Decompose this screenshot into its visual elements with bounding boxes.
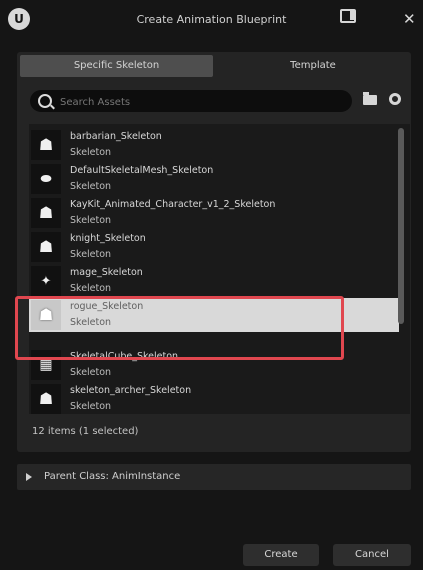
window-title: Create Animation Blueprint: [136, 13, 287, 26]
expand-arrow-icon: [26, 473, 32, 481]
asset-name: rogue_Skeleton: [70, 301, 144, 312]
skeleton-icon: ☗: [38, 237, 54, 256]
asset-type: Skeleton: [70, 147, 112, 158]
asset-type: Skeleton: [70, 283, 112, 294]
search-bar[interactable]: [30, 90, 352, 112]
list-item[interactable]: ⬬ DefaultSkeletalMesh_Skeleton Skeleton: [29, 162, 399, 196]
skeleton-thumbnail: ☗: [31, 130, 61, 160]
asset-name: mage_Skeleton: [70, 267, 143, 278]
title-bar: U Create Animation Blueprint ✕: [0, 0, 423, 40]
tab-specific-skeleton[interactable]: Specific Skeleton: [20, 55, 213, 77]
tab-bar: Specific Skeleton Template: [17, 52, 411, 80]
parent-class-label: Parent Class: AnimInstance: [44, 471, 181, 482]
create-button[interactable]: Create: [243, 544, 319, 566]
search-icon: [38, 94, 52, 108]
cancel-button[interactable]: Cancel: [333, 544, 411, 566]
asset-name: knight_Skeleton: [70, 233, 146, 244]
dock-icon[interactable]: [340, 9, 356, 23]
asset-name: SkeletalCube_Skeleton: [70, 351, 179, 362]
settings-gear-icon[interactable]: [389, 93, 401, 105]
asset-name: skeleton_archer_Skeleton: [70, 385, 192, 396]
asset-type: Skeleton: [70, 317, 112, 328]
skeleton-thumbnail: ☗: [31, 232, 61, 262]
skeleton-icon: ☗: [38, 135, 54, 154]
skeleton-thumbnail: ▦: [31, 350, 61, 380]
skeleton-thumbnail: ☗: [31, 384, 61, 414]
asset-name: barbarian_Skeleton: [70, 131, 162, 142]
skeleton-icon: ✦: [40, 273, 52, 289]
asset-type: Skeleton: [70, 249, 112, 260]
asset-type: Skeleton: [70, 181, 112, 192]
asset-type: Skeleton: [70, 215, 112, 226]
list-item[interactable]: ☗ barbarian_Skeleton Skeleton: [29, 128, 399, 162]
skeleton-thumbnail: ✦: [31, 266, 61, 296]
list-item[interactable]: ☗ KayKit_Animated_Character_v1_2_Skeleto…: [29, 196, 399, 230]
tab-template[interactable]: Template: [217, 55, 409, 77]
asset-type: Skeleton: [70, 367, 112, 378]
close-icon[interactable]: ✕: [403, 10, 416, 28]
skeleton-icon: ☗: [38, 305, 54, 324]
asset-type: Skeleton: [70, 401, 112, 412]
skeleton-icon: ☗: [38, 389, 54, 408]
selection-status: 12 items (1 selected): [32, 426, 139, 437]
list-scrollbar[interactable]: [398, 128, 404, 324]
search-input[interactable]: [58, 93, 342, 111]
asset-list: ☗ barbarian_Skeleton Skeleton ⬬ DefaultS…: [29, 124, 410, 414]
skeleton-icon: ⬬: [40, 171, 52, 187]
list-item[interactable]: ☗ skeleton_archer_Skeleton Skeleton: [29, 382, 399, 414]
cube-icon: ▦: [39, 357, 53, 373]
asset-name: DefaultSkeletalMesh_Skeleton: [70, 165, 214, 176]
asset-name: KayKit_Animated_Character_v1_2_Skeleton: [70, 199, 276, 210]
skeleton-icon: ☗: [38, 203, 54, 222]
skeleton-thumbnail: ☗: [31, 198, 61, 228]
list-item[interactable]: ▦ SkeletalCube_Skeleton Skeleton: [29, 348, 399, 382]
skeleton-thumbnail: ⬬: [31, 164, 61, 194]
folder-icon[interactable]: [363, 92, 377, 105]
list-item[interactable]: ✦ mage_Skeleton Skeleton: [29, 264, 399, 298]
list-item-selected[interactable]: ☗ rogue_Skeleton Skeleton: [29, 298, 399, 332]
skeleton-thumbnail: ☗: [31, 300, 61, 330]
parent-class-expander[interactable]: Parent Class: AnimInstance: [17, 464, 411, 490]
list-item[interactable]: ☗ knight_Skeleton Skeleton: [29, 230, 399, 264]
